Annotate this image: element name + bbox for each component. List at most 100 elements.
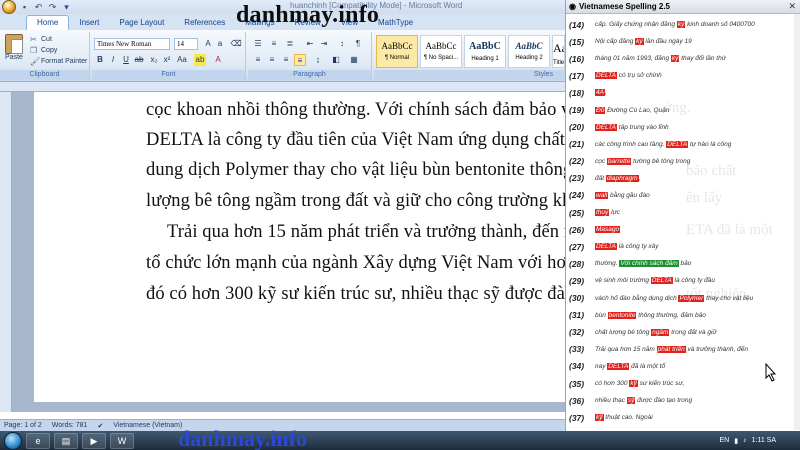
show-marks-icon[interactable]: ¶ bbox=[352, 38, 364, 50]
justify-icon[interactable]: ≡ bbox=[294, 54, 306, 66]
line-spacing-icon[interactable]: ↨ bbox=[312, 54, 324, 66]
language-indicator[interactable]: EN bbox=[720, 437, 730, 444]
superscript-icon[interactable]: x² bbox=[161, 54, 173, 66]
align-left-icon[interactable]: ≡ bbox=[252, 54, 264, 66]
borders-icon[interactable]: ▦ bbox=[348, 54, 360, 66]
align-right-icon[interactable]: ≡ bbox=[280, 54, 292, 66]
spelling-entry[interactable]: (23) đất diaphragm, bbox=[569, 170, 800, 187]
spelling-entry[interactable]: (18) 4A, bbox=[569, 84, 800, 101]
style-no-spacing[interactable]: AaBbCc ¶ No Spaci... bbox=[420, 35, 462, 68]
misspelled-word[interactable]: DELTA bbox=[595, 72, 617, 80]
misspelled-word[interactable]: Đồ bbox=[595, 106, 606, 114]
office-button[interactable] bbox=[2, 0, 16, 14]
bullets-icon[interactable]: ☰ bbox=[252, 38, 264, 50]
misspelled-word[interactable]: Masago bbox=[595, 226, 621, 234]
tab-page-layout[interactable]: Page Layout bbox=[109, 16, 174, 30]
underline-icon[interactable]: U bbox=[120, 54, 132, 66]
misspelled-word[interactable]: phát triển bbox=[656, 345, 686, 353]
misspelled-word[interactable]: ngầm bbox=[651, 328, 670, 336]
misspelled-word[interactable]: barrette bbox=[606, 157, 632, 165]
document-line[interactable]: dung dịch Polymer thay cho vật liệu bùn … bbox=[146, 160, 565, 181]
horizontal-ruler[interactable] bbox=[0, 82, 565, 92]
grow-font-icon[interactable]: A bbox=[202, 38, 214, 50]
document-line[interactable]: Trải qua hơn 15 năm phát triển và trưởng… bbox=[167, 222, 565, 243]
spelling-entry[interactable]: (22) cọc barrette tường bê tông trong bbox=[569, 153, 800, 170]
spelling-entry[interactable]: (36) nhiều thạc sỹ được đào tạo trong bbox=[569, 392, 800, 409]
bold-icon[interactable]: B bbox=[94, 54, 106, 66]
spelling-entry[interactable]: (14) cấp. Giấy chứng nhận đăng ký kinh do… bbox=[569, 16, 800, 33]
misspelled-word[interactable]: kỹ bbox=[629, 380, 638, 388]
misspelled-word[interactable]: kỹ bbox=[595, 414, 604, 422]
folder-icon[interactable]: ▤ bbox=[54, 432, 78, 449]
spelling-entry[interactable]: (30) vách hố đào bằng dung dịch Polymer t… bbox=[569, 290, 800, 307]
copy-button[interactable]: ❐ Copy bbox=[30, 46, 57, 55]
tab-references[interactable]: References bbox=[174, 16, 235, 30]
close-icon[interactable]: ✕ bbox=[788, 1, 796, 12]
save-icon[interactable]: ▪ bbox=[19, 2, 30, 12]
subscript-icon[interactable]: x₂ bbox=[148, 54, 160, 66]
decrease-indent-icon[interactable]: ⇤ bbox=[304, 38, 316, 50]
tab-insert[interactable]: Insert bbox=[69, 16, 109, 30]
spelling-entry[interactable]: (29) vệ sinh môi trường DELTA là công ty … bbox=[569, 272, 800, 289]
misspelled-word[interactable]: bentonite bbox=[607, 311, 637, 319]
italic-icon[interactable]: I bbox=[107, 54, 119, 66]
sort-icon[interactable]: ↕ bbox=[336, 38, 348, 50]
change-case-icon[interactable]: Aa bbox=[176, 54, 188, 66]
misspelled-word[interactable]: thuỷ bbox=[595, 209, 610, 217]
font-size-combo[interactable]: 14 bbox=[174, 38, 198, 50]
misspelled-word[interactable]: ký bbox=[635, 38, 644, 46]
misspelled-word[interactable]: DELTA bbox=[666, 140, 689, 148]
document-line[interactable]: cọc khoan nhồi thông thường. Với chính s… bbox=[146, 100, 565, 121]
cut-button[interactable]: ✂ Cut bbox=[30, 35, 52, 44]
word-count[interactable]: Words: 781 bbox=[52, 422, 88, 429]
document-page[interactable]: cọc khoan nhồi thông thường. Với chính s… bbox=[34, 92, 565, 402]
font-color-icon[interactable]: A bbox=[212, 54, 224, 66]
highlight-icon[interactable]: ab bbox=[194, 54, 206, 66]
document-line[interactable]: tổ chức lớn mạnh của ngành Xây dựng Việt… bbox=[146, 253, 565, 274]
paste-button[interactable]: Paste bbox=[3, 34, 25, 61]
style-title[interactable]: AaB Title bbox=[552, 35, 565, 68]
document-line[interactable]: DELTA là công ty đầu tiên của Việt Nam ứ… bbox=[146, 130, 565, 151]
increase-indent-icon[interactable]: ⇥ bbox=[318, 38, 330, 50]
misspelled-word[interactable]: DELTA bbox=[595, 243, 617, 251]
spelling-entry[interactable]: (26) Masago bbox=[569, 221, 800, 238]
panel-scrollbar[interactable] bbox=[794, 14, 800, 430]
spelling-entry[interactable]: (20) DELTA tập trung vào lĩnh bbox=[569, 119, 800, 136]
style-normal[interactable]: AaBbCc ¶ Normal bbox=[376, 35, 418, 68]
numbering-icon[interactable]: ≡ bbox=[268, 38, 280, 50]
clock[interactable]: 1:11 SA bbox=[752, 437, 776, 444]
proofing-icon[interactable]: ✔ bbox=[97, 422, 103, 430]
browser-icon[interactable]: e bbox=[26, 432, 50, 449]
tab-home[interactable]: Home bbox=[26, 15, 70, 30]
document-line[interactable]: lượng bê tông ngầm trong đất và giữ cho … bbox=[146, 191, 565, 212]
spelling-entry[interactable]: (37) kỹ thuật cao. Ngoài bbox=[569, 409, 800, 426]
spelling-entry[interactable]: (21) các công trình cao tầng. DELTA tự hà… bbox=[569, 136, 800, 153]
start-button[interactable] bbox=[4, 431, 22, 450]
undo-icon[interactable]: ↶ bbox=[33, 2, 44, 12]
strikethrough-icon[interactable]: ab bbox=[133, 54, 145, 66]
spelling-entry[interactable]: (17) DELTA có trụ sở chính bbox=[569, 67, 800, 84]
format-painter-button[interactable]: 🖌 Format Painter bbox=[30, 57, 87, 66]
spelling-entry[interactable]: (16) tháng 01 năm 1993, đăng ký thay đổi … bbox=[569, 50, 800, 67]
spelling-entry[interactable]: (28) thường. Với chính sách đảm bảo bbox=[569, 255, 800, 272]
customize-qat-icon[interactable]: ▾ bbox=[61, 2, 72, 12]
misspelled-word[interactable]: wall bbox=[595, 191, 609, 199]
misspelled-word[interactable]: DELTA bbox=[595, 123, 617, 131]
align-center-icon[interactable]: ≡ bbox=[266, 54, 278, 66]
style-heading-2[interactable]: AaBbC Heading 2 bbox=[508, 35, 550, 68]
network-icon[interactable]: ▮ bbox=[734, 437, 738, 445]
spelling-entry[interactable]: (32) chất lượng bê tông ngầm trong đất và… bbox=[569, 324, 800, 341]
redo-icon[interactable]: ↷ bbox=[47, 2, 58, 12]
media-player-icon[interactable]: ▶ bbox=[82, 432, 106, 449]
spelling-entry[interactable]: (24) wall bằng gầu đào bbox=[569, 187, 800, 204]
suggestion-highlight[interactable]: Với chính sách đảm bbox=[619, 260, 679, 268]
word-icon[interactable]: W bbox=[110, 432, 134, 449]
spelling-entry[interactable]: (27) DELTA là công ty xây bbox=[569, 238, 800, 255]
multilevel-list-icon[interactable]: ≣ bbox=[284, 38, 296, 50]
misspelled-word[interactable]: 4A bbox=[595, 89, 605, 97]
volume-icon[interactable]: ♪ bbox=[743, 437, 747, 444]
document-area[interactable]: cọc khoan nhồi thông thường. Với chính s… bbox=[0, 82, 565, 412]
document-line[interactable]: đó có hơn 300 kỹ sư kiến trúc sư, nhiều … bbox=[146, 284, 565, 305]
shading-icon[interactable]: ◧ bbox=[330, 54, 342, 66]
shrink-font-icon[interactable]: a bbox=[214, 38, 226, 50]
